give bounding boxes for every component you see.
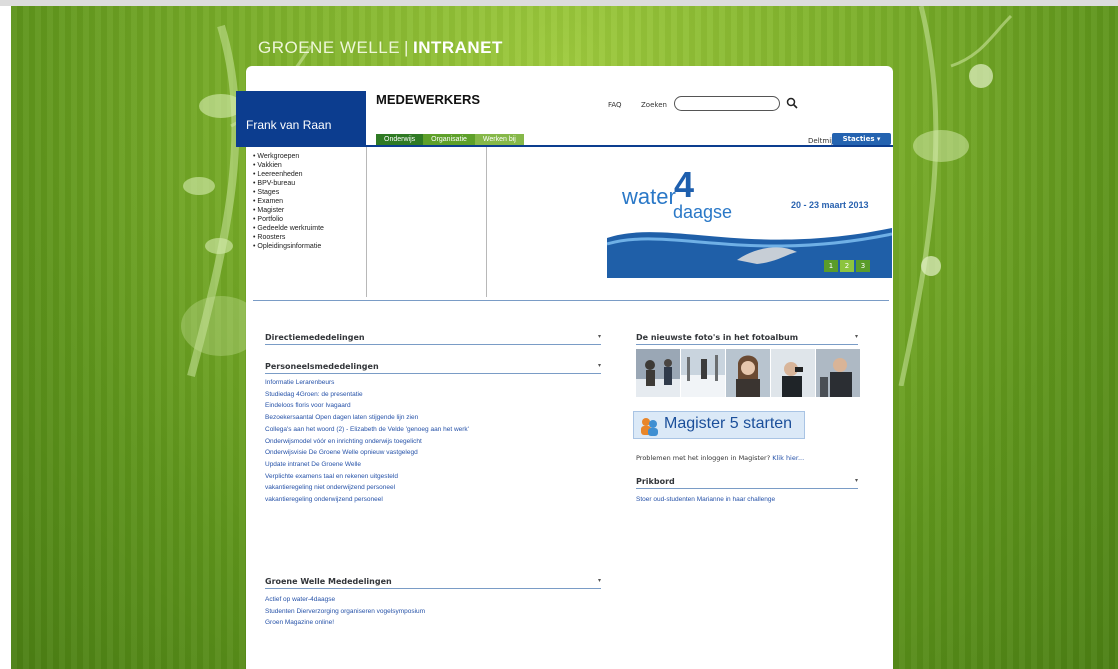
list-item[interactable]: Bezoekersaantal Open dagen laten stijgen… bbox=[265, 412, 469, 424]
column-divider bbox=[486, 147, 487, 297]
tab-onderwijs[interactable]: Onderwijs bbox=[376, 134, 424, 145]
list-item[interactable]: Onderwijsmodel vóór en inrichting onderw… bbox=[265, 436, 469, 448]
magister-people-icon bbox=[641, 418, 658, 436]
photo-strip bbox=[636, 349, 860, 397]
tab-werken-bij[interactable]: Werken bij bbox=[474, 134, 524, 145]
prikbord-list: Stoer oud-studenten Marianne in haar cha… bbox=[636, 494, 775, 506]
menu-item-roosters[interactable]: • Roosters bbox=[253, 233, 324, 242]
banner-dates: 20 - 23 maart 2013 bbox=[791, 200, 869, 210]
list-item[interactable]: Eindeloos floris voor Ivagaard bbox=[265, 400, 469, 412]
site-title: GROENE WELLE | INTRANET bbox=[258, 38, 503, 58]
list-item[interactable]: Collega's aan het woord (2) - Elizabeth … bbox=[265, 424, 469, 436]
magister-label: Magister 5 starten bbox=[664, 415, 793, 432]
search-icon[interactable] bbox=[786, 97, 798, 109]
personeel-list: Informatie Lerarenbeurs Studiedag 4Groen… bbox=[265, 377, 469, 506]
menu-item-stages[interactable]: • Stages bbox=[253, 188, 324, 197]
magister-help-link[interactable]: Klik hier... bbox=[772, 454, 804, 462]
banner-page-3[interactable]: 3 bbox=[856, 260, 870, 272]
header-divider bbox=[366, 145, 893, 147]
prikbord-title: Prikbord bbox=[636, 477, 675, 486]
menu-item-portfolio[interactable]: • Portfolio bbox=[253, 215, 324, 224]
magister-start-button[interactable]: Magister 5 starten bbox=[633, 411, 805, 439]
faq-link[interactable]: FAQ bbox=[608, 101, 622, 109]
user-name: Frank van Raan bbox=[246, 118, 332, 132]
list-item[interactable]: vakantieregeling onderwijzend personeel bbox=[265, 494, 469, 506]
site-title-right: INTRANET bbox=[412, 38, 503, 57]
list-item[interactable]: Verplichte examens taal en rekenen uitge… bbox=[265, 471, 469, 483]
list-item[interactable]: Actief op water-4daagse bbox=[265, 594, 425, 606]
groene-header[interactable]: Groene Welle Mededelingen ▾ bbox=[265, 577, 601, 589]
chevron-down-icon[interactable]: ▾ bbox=[598, 577, 601, 584]
chevron-down-icon[interactable]: ▾ bbox=[855, 477, 858, 484]
magister-help-text: Problemen met het inloggen in Magister? bbox=[636, 454, 771, 462]
quick-menu: • Werkgroepen • Vakkien • Leereenheden •… bbox=[253, 152, 324, 251]
list-item[interactable]: vakantieregeling niet onderwijzend perso… bbox=[265, 482, 469, 494]
directie-title: Directiemededelingen bbox=[265, 333, 365, 342]
column-divider bbox=[366, 147, 367, 297]
magister-help: Problemen met het inloggen in Magister? … bbox=[636, 454, 804, 462]
menu-item-gedeelde-werkruimte[interactable]: • Gedeelde werkruimte bbox=[253, 224, 324, 233]
photos-header[interactable]: De nieuwste foto's in het fotoalbum ▾ bbox=[636, 333, 858, 345]
groene-list: Actief op water-4daagse Studenten Dierve… bbox=[265, 594, 425, 629]
list-item[interactable]: Informatie Lerarenbeurs bbox=[265, 377, 469, 389]
chevron-down-icon[interactable]: ▾ bbox=[855, 333, 858, 340]
banner-divider bbox=[253, 300, 889, 301]
menu-item-opleidingsinformatie[interactable]: • Opleidingsinformatie bbox=[253, 242, 324, 251]
section-title: MEDEWERKERS bbox=[376, 92, 481, 107]
list-item[interactable]: Studenten Dierverzorging organiseren vog… bbox=[265, 606, 425, 618]
user-name-block[interactable]: Frank van Raan bbox=[236, 91, 366, 147]
menu-item-magister[interactable]: • Magister bbox=[253, 206, 324, 215]
site-title-separator: | bbox=[404, 38, 409, 57]
photo-thumbnail[interactable] bbox=[816, 349, 860, 397]
list-item[interactable]: Update intranet De Groene Welle bbox=[265, 459, 469, 471]
menu-item-examen[interactable]: • Examen bbox=[253, 197, 324, 206]
groene-title: Groene Welle Mededelingen bbox=[265, 577, 392, 586]
menu-item-vakkien[interactable]: • Vakkien bbox=[253, 161, 324, 170]
menu-item-leereenheden[interactable]: • Leereenheden bbox=[253, 170, 324, 179]
chevron-down-icon[interactable]: ▾ bbox=[598, 333, 601, 340]
list-item[interactable]: Studiedag 4Groen: de presentatie bbox=[265, 389, 469, 401]
chevron-down-icon[interactable]: ▾ bbox=[598, 362, 601, 369]
list-item[interactable]: Stoer oud-studenten Marianne in haar cha… bbox=[636, 494, 775, 506]
banner-pager: 1 2 3 bbox=[824, 260, 870, 272]
search-input[interactable] bbox=[674, 96, 780, 111]
list-item[interactable]: Onderwijsvisie De Groene Welle opnieuw v… bbox=[265, 447, 469, 459]
plant-decoration-right bbox=[898, 6, 1013, 386]
stacties-dropdown[interactable]: Stacties ▾ bbox=[832, 133, 891, 145]
banner-page-2[interactable]: 2 bbox=[840, 260, 854, 272]
list-item[interactable]: Groen Magazine online! bbox=[265, 617, 425, 629]
banner-water4daagse[interactable]: water 4 daagse 20 - 23 maart 2013 1 2 3 bbox=[607, 156, 892, 278]
photo-thumbnail[interactable] bbox=[681, 349, 725, 397]
banner-page-1[interactable]: 1 bbox=[824, 260, 838, 272]
banner-water-text: water bbox=[622, 184, 676, 209]
personeel-header[interactable]: Personeelsmededelingen ▾ bbox=[265, 362, 601, 374]
personeel-title: Personeelsmededelingen bbox=[265, 362, 379, 371]
banner-four-text: 4 bbox=[674, 164, 695, 205]
photo-thumbnail[interactable] bbox=[726, 349, 770, 397]
photo-thumbnail[interactable] bbox=[771, 349, 815, 397]
directie-header[interactable]: Directiemededelingen ▾ bbox=[265, 333, 601, 345]
menu-item-bpv-bureau[interactable]: • BPV-bureau bbox=[253, 179, 324, 188]
tab-organisatie[interactable]: Organisatie bbox=[423, 134, 475, 145]
prikbord-header[interactable]: Prikbord ▾ bbox=[636, 477, 858, 489]
photos-title: De nieuwste foto's in het fotoalbum bbox=[636, 333, 799, 342]
top-tabs: Onderwijs Organisatie Werken bij bbox=[376, 134, 524, 145]
site-title-left: GROENE WELLE bbox=[258, 38, 401, 57]
menu-item-werkgroepen[interactable]: • Werkgroepen bbox=[253, 152, 324, 161]
photo-thumbnail[interactable] bbox=[636, 349, 680, 397]
search-label: Zoeken bbox=[641, 101, 667, 109]
